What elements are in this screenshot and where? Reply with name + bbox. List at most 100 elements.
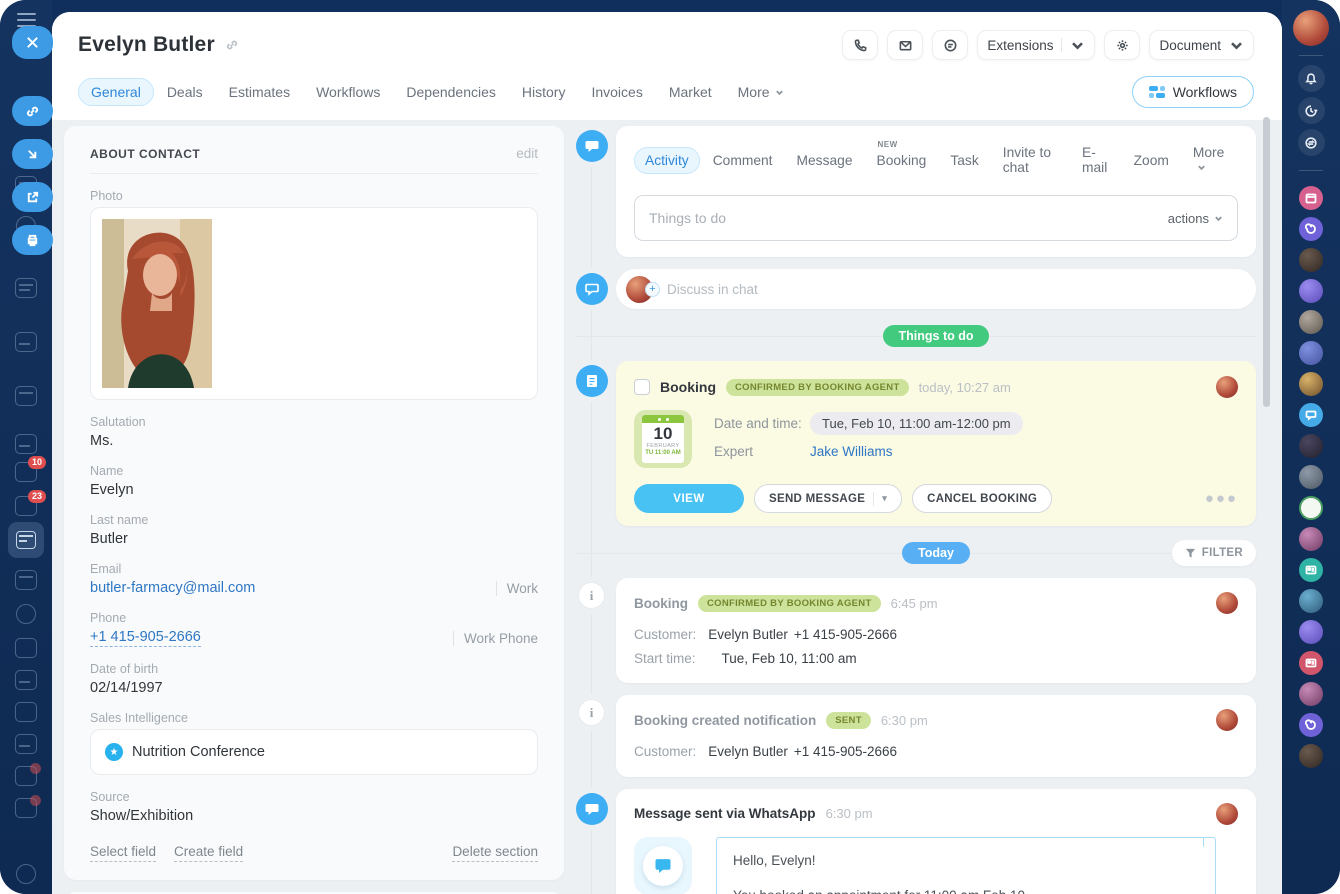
notifications-bell-icon[interactable] — [1298, 65, 1325, 92]
minimize-icon[interactable] — [12, 139, 53, 169]
phone-label: Phone — [90, 611, 538, 625]
composer-tab-more[interactable]: More — [1182, 139, 1238, 181]
chat-transfer-icon[interactable] — [1298, 129, 1325, 156]
illustration-avatar[interactable] — [1299, 341, 1323, 365]
scrollbar-thumb[interactable] — [1263, 117, 1270, 407]
sidebar-icon-analytics[interactable] — [15, 734, 37, 754]
sidebar-icon-settings-gear[interactable] — [16, 864, 36, 884]
copilot-spiral-icon[interactable] — [1299, 217, 1323, 241]
sidebar-icon-tasks[interactable]: 10 — [15, 462, 37, 482]
open-new-window-icon[interactable] — [12, 182, 53, 212]
about-section-title: ABOUT CONTACT — [90, 147, 200, 161]
sidebar-icon-calendar[interactable] — [15, 278, 37, 298]
history-icon[interactable] — [1298, 97, 1325, 124]
sidebar-icon-booking-active[interactable] — [8, 522, 44, 558]
contact-card-icon[interactable] — [1299, 651, 1323, 675]
delete-section-link[interactable]: Delete section — [452, 844, 538, 862]
contact-avatar[interactable] — [1299, 310, 1323, 334]
gear-icon[interactable] — [1104, 30, 1140, 60]
tab-estimates[interactable]: Estimates — [216, 78, 303, 106]
composer-tab-zoom[interactable]: Zoom — [1123, 147, 1180, 174]
sidebar-icon-chats[interactable] — [15, 798, 37, 818]
booking-checkbox[interactable] — [634, 379, 650, 395]
filter-button[interactable]: FILTER — [1172, 540, 1256, 566]
workflows-button[interactable]: Workflows — [1132, 76, 1254, 108]
mail-icon[interactable] — [887, 30, 923, 60]
customer-name: Evelyn Butler — [708, 740, 788, 764]
user-avatar[interactable] — [1293, 10, 1329, 46]
tab-dependencies[interactable]: Dependencies — [393, 78, 509, 106]
todo-input[interactable] — [649, 210, 1168, 226]
contact-avatar[interactable] — [1299, 465, 1323, 489]
booking-event-card: Booking CONFIRMED BY BOOKING AGENT 6:45 … — [616, 578, 1256, 683]
send-message-button[interactable]: SEND MESSAGE ▾ — [754, 484, 902, 513]
contact-avatar[interactable] — [1299, 682, 1323, 706]
sidebar-icon-sign-doc[interactable] — [15, 670, 37, 690]
contact-avatar[interactable] — [1299, 248, 1323, 272]
customer-phone-link[interactable]: +1 415-905-2666 — [794, 740, 897, 764]
calendar-month: FEBRUARY — [642, 443, 684, 449]
contact-avatar[interactable] — [1299, 620, 1323, 644]
tab-invoices[interactable]: Invoices — [578, 78, 655, 106]
phone-value[interactable]: +1 415-905-2666 — [90, 629, 201, 647]
composer-tab-booking[interactable]: NEW Booking — [866, 147, 938, 174]
phone-icon[interactable] — [842, 30, 878, 60]
about-edit-link[interactable]: edit — [516, 146, 538, 161]
sidebar-icon-drawer[interactable] — [15, 434, 37, 454]
view-button[interactable]: VIEW — [634, 484, 744, 513]
cancel-booking-button[interactable]: CANCEL BOOKING — [912, 484, 1052, 513]
contact-photo-box[interactable] — [90, 207, 538, 400]
composer-tab-comment[interactable]: Comment — [702, 147, 784, 174]
tab-general[interactable]: General — [78, 78, 154, 106]
create-field-link[interactable]: Create field — [174, 844, 243, 862]
customer-phone-link[interactable]: +1 415-905-2666 — [794, 623, 897, 647]
composer-tab-message[interactable]: Message — [786, 147, 864, 174]
document-button[interactable]: Document — [1149, 30, 1254, 60]
more-options-icon[interactable]: ●●● — [1205, 490, 1238, 507]
chat-bubble-icon[interactable] — [1299, 403, 1323, 427]
timeline-line — [591, 150, 592, 894]
expert-link[interactable]: Jake Williams — [810, 444, 893, 459]
tab-market[interactable]: Market — [656, 78, 725, 106]
copy-link-icon[interactable] — [12, 96, 53, 126]
sidebar-icon-files[interactable] — [15, 332, 37, 352]
chat-forward-icon[interactable] — [932, 30, 968, 60]
chevron-down-icon — [1070, 38, 1085, 53]
sales-intelligence-box[interactable]: ★ Nutrition Conference — [90, 729, 538, 775]
sidebar-icon-contact-center[interactable] — [15, 766, 37, 786]
sidebar-icon-crm-funnel[interactable]: 23 — [15, 496, 37, 516]
sidebar-icon-warehouse[interactable] — [15, 570, 37, 590]
contact-card-icon[interactable] — [1299, 558, 1323, 582]
discuss-in-chat-row[interactable]: + — [616, 269, 1256, 309]
composer-tab-task[interactable]: Task — [939, 147, 989, 174]
tab-more[interactable]: More — [725, 78, 797, 106]
discuss-chat-input[interactable] — [667, 282, 1248, 297]
sidebar-icon-shop-cart[interactable] — [15, 638, 37, 658]
actions-dropdown[interactable]: actions — [1168, 211, 1223, 226]
tab-history[interactable]: History — [509, 78, 579, 106]
close-icon[interactable] — [12, 26, 53, 59]
print-icon[interactable] — [12, 225, 53, 255]
sidebar-icon-pencil[interactable] — [15, 702, 37, 722]
link-icon[interactable] — [225, 38, 239, 52]
booking-title: Booking — [660, 379, 716, 395]
tab-deals[interactable]: Deals — [154, 78, 216, 106]
composer-tab-activity[interactable]: Activity — [634, 147, 700, 174]
select-field-link[interactable]: Select field — [90, 844, 156, 862]
sidebar-icon-marketing-target[interactable] — [16, 604, 36, 624]
extensions-button[interactable]: Extensions — [977, 30, 1095, 60]
tab-workflows[interactable]: Workflows — [303, 78, 393, 106]
booking-calendar-icon[interactable] — [1299, 186, 1323, 210]
sidebar-icon-board[interactable] — [15, 386, 37, 406]
contact-avatar[interactable] — [1299, 744, 1323, 768]
composer-tab-invite[interactable]: Invite to chat — [992, 139, 1069, 181]
email-value[interactable]: butler-farmacy@mail.com — [90, 580, 255, 596]
illustration-avatar[interactable] — [1299, 279, 1323, 303]
contact-avatar[interactable] — [1299, 589, 1323, 613]
composer-tab-email[interactable]: E-mail — [1071, 139, 1121, 181]
contact-avatar[interactable] — [1299, 434, 1323, 458]
contact-avatar[interactable] — [1299, 372, 1323, 396]
copilot-spiral-icon[interactable] — [1299, 713, 1323, 737]
workspace-hexagon-icon[interactable] — [1299, 496, 1323, 520]
contact-avatar[interactable] — [1299, 527, 1323, 551]
